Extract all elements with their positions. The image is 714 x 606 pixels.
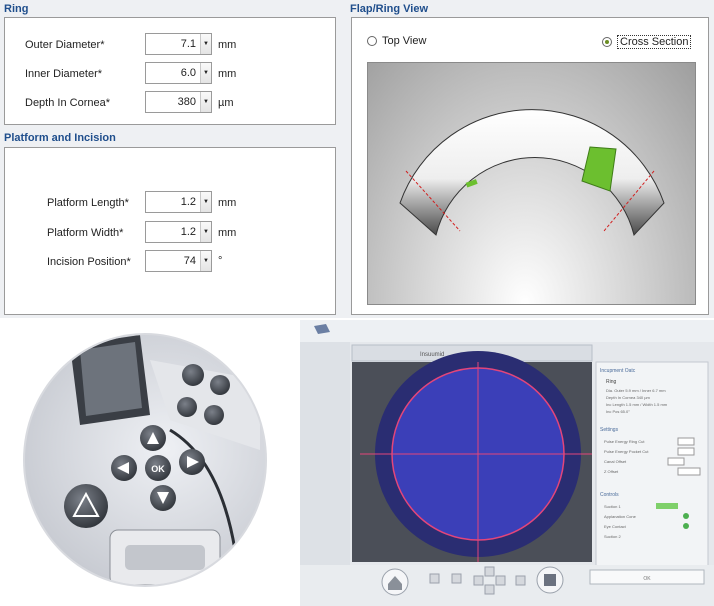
laser-screen-illustration: Insuumid Incupment Oatc Ring Dia. Outer … <box>300 320 714 606</box>
ok-button-label: OK <box>151 464 165 474</box>
laser-screen-photo: Insuumid Incupment Oatc Ring Dia. Outer … <box>300 320 714 606</box>
inner-diameter-label: Inner Diameter* <box>25 68 103 80</box>
platform-length-value[interactable]: 1.2 <box>146 192 200 212</box>
corneal-ring-arc <box>399 109 665 237</box>
cross-section-radio[interactable]: Cross Section <box>602 35 692 49</box>
platform-length-unit: mm <box>218 197 237 209</box>
incision-position-spinbox[interactable]: 74 ▼ <box>145 250 212 272</box>
radio-button-icon[interactable] <box>367 36 377 46</box>
screen-controls-line: Suction 2 <box>604 534 621 539</box>
outer-diameter-value[interactable]: 7.1 <box>146 34 200 54</box>
screen-settings-line: Z Offset <box>604 469 619 474</box>
device-keypad-illustration: OK <box>23 333 267 587</box>
platform-width-value[interactable]: 1.2 <box>146 222 200 242</box>
dropdown-arrow-icon[interactable]: ▼ <box>200 222 211 242</box>
platform-length-label: Platform Length* <box>47 197 129 209</box>
dropdown-arrow-icon[interactable]: ▼ <box>200 92 211 112</box>
screen-controls-line: Applanation Cone <box>604 514 637 519</box>
incision-position-label: Incision Position* <box>47 256 131 268</box>
screen-tab-label: Insuumid <box>420 352 444 358</box>
outer-diameter-label: Outer Diameter* <box>25 39 105 51</box>
screen-controls-line: Suction 1 <box>604 504 621 509</box>
depth-in-cornea-label: Depth In Cornea* <box>25 97 110 109</box>
flap-ring-view-title: Flap/Ring View <box>350 3 429 15</box>
dropdown-arrow-icon[interactable]: ▼ <box>200 251 211 271</box>
incision-position-unit: ° <box>218 255 223 267</box>
screen-info-title: Incupment Oatc <box>600 368 636 374</box>
dropdown-arrow-icon[interactable]: ▼ <box>200 34 211 54</box>
dropdown-arrow-icon[interactable]: ▼ <box>200 63 211 83</box>
depth-in-cornea-unit: µm <box>218 97 234 109</box>
depth-in-cornea-value[interactable]: 380 <box>146 92 200 112</box>
radio-button-selected-icon[interactable] <box>602 37 612 47</box>
outer-diameter-unit: mm <box>218 39 237 51</box>
screen-settings-title: Settings <box>600 427 619 433</box>
screen-settings-line: Pulse Energy Ring Cut <box>604 439 645 444</box>
platform-section-title: Platform and Incision <box>4 132 116 144</box>
screen-controls-title: Controls <box>600 492 619 498</box>
screen-ring-label: Ring <box>606 379 617 385</box>
ring-section-title: Ring <box>4 3 29 15</box>
ring-cross-section-drawing <box>399 109 665 237</box>
top-view-radio[interactable]: Top View <box>367 35 426 47</box>
screen-settings-line: Pulse Energy Pocket Cut <box>604 449 649 454</box>
screen-ok-button: OK <box>643 576 651 582</box>
inner-diameter-unit: mm <box>218 68 237 80</box>
platform-width-spinbox[interactable]: 1.2 ▼ <box>145 221 212 243</box>
screen-ring-line: Dia. Outer 5.9 mm / Inner 6.7 mm <box>606 388 666 393</box>
device-keypad-photo: OK <box>0 320 300 606</box>
platform-width-label: Platform Width* <box>47 227 124 239</box>
screen-controls-line: Eye Contact <box>604 524 627 529</box>
incision-position-value[interactable]: 74 <box>146 251 200 271</box>
inner-diameter-spinbox[interactable]: 6.0 ▼ <box>145 62 212 84</box>
inner-diameter-value[interactable]: 6.0 <box>146 63 200 83</box>
screen-ring-line: Inc Length 1.5 mm / Width 1.5 mm <box>606 402 668 407</box>
outer-diameter-spinbox[interactable]: 7.1 ▼ <box>145 33 212 55</box>
top-view-label[interactable]: Top View <box>382 35 426 47</box>
depth-in-cornea-spinbox[interactable]: 380 ▼ <box>145 91 212 113</box>
dropdown-arrow-icon[interactable]: ▼ <box>200 192 211 212</box>
screen-ring-line: Inc Pos 65.0° <box>606 409 630 414</box>
cross-section-label[interactable]: Cross Section <box>617 35 692 49</box>
cross-section-viewer <box>367 62 696 305</box>
screen-ring-line: Depth In Cornea 340 µm <box>606 395 651 400</box>
screen-settings-line: Canal Offset <box>604 459 627 464</box>
platform-length-spinbox[interactable]: 1.2 ▼ <box>145 191 212 213</box>
platform-width-unit: mm <box>218 227 237 239</box>
